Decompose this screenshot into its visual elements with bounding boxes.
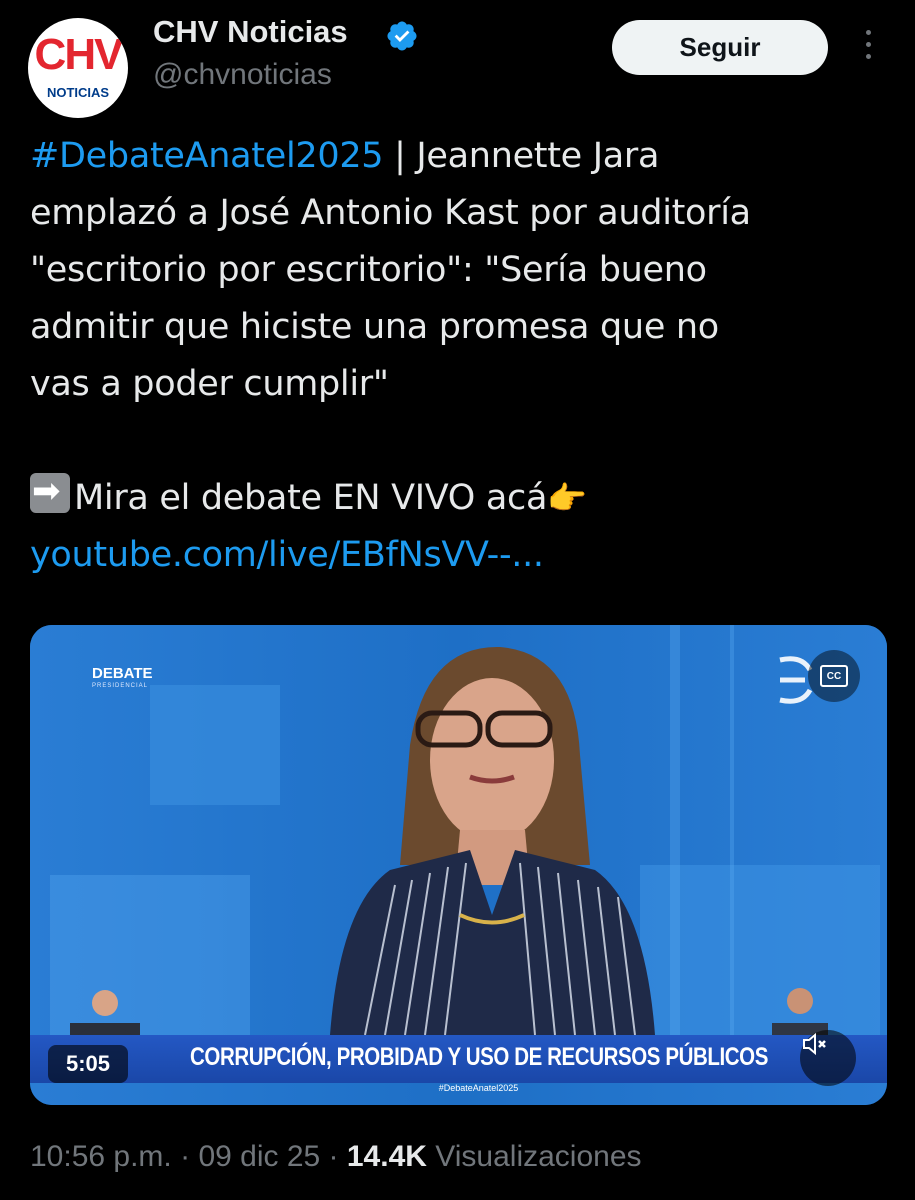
verified-badge-icon [387,21,417,51]
volume-muted-icon [803,1032,826,1056]
tweet-header: CHV NOTICIAS CHV Noticias @chvnoticias S… [0,0,915,120]
avatar-subtitle: NOTICIAS [46,85,110,100]
video-duration: 5:05 [48,1045,128,1083]
tweet-time[interactable]: 10:56 p.m. [30,1140,172,1173]
closed-captions-button[interactable]: CC [808,650,860,702]
cc-icon: CC [820,665,848,687]
more-vertical-icon[interactable] [858,30,878,70]
tweet-line-4: admitir que hiciste una promesa que no [30,307,719,347]
tweet-cta-line: Mira el debate EN VIVO acá👉 [30,470,890,527]
video-player[interactable]: DEBATE PRESIDENCIAL CC CORRUPCIÓN, PROBI… [30,625,887,1105]
mute-button[interactable] [800,1030,856,1086]
meta-separator: · [171,1140,199,1173]
follow-button[interactable]: Seguir [612,20,828,75]
tweet-line-5: vas a poder cumplir" [30,364,389,404]
tweet-cta: Mira el debate EN VIVO acá [74,478,548,518]
youtube-link[interactable]: youtube.com/live/EBfNsVV--... [30,527,890,584]
views-label: Visualizaciones [426,1140,642,1173]
pointing-hand-emoji-icon: 👉 [547,479,587,517]
tweet-line-1: #DebateAnatel2025 | Jeannette Jara [30,128,890,185]
tweet-date[interactable]: 09 dic 25 [198,1140,320,1173]
debate-logo: DEBATE [92,665,153,682]
avatar[interactable]: CHV NOTICIAS [28,18,128,118]
right-arrow-emoji-icon [30,471,70,513]
views-count[interactable]: 14.4K [347,1140,427,1173]
meta-separator: · [320,1140,347,1173]
chyron-hashtag: #DebateAnatel2025 [438,1083,519,1093]
chyron-text: CORRUPCIÓN, PROBIDAD Y USO DE RECURSOS P… [190,1043,768,1071]
debate-logo-sub: PRESIDENCIAL [92,683,149,689]
tweet-line-2: emplazó a José Antonio Kast por auditorí… [30,193,751,233]
account-handle[interactable]: @chvnoticias [153,58,332,92]
account-name[interactable]: CHV Noticias [153,14,348,50]
tweet-text-1: | Jeannette Jara [383,136,660,176]
hashtag-link[interactable]: #DebateAnatel2025 [30,136,384,176]
video-frame [30,625,887,1105]
tweet-body: #DebateAnatel2025 | Jeannette Jara empla… [30,128,890,584]
avatar-letters: CHV [34,30,124,79]
tweet-line-3: "escritorio por escritorio": "Sería buen… [30,250,707,290]
tweet-meta: 10:56 p.m. · 09 dic 25 · 14.4K Visualiza… [30,1140,642,1174]
